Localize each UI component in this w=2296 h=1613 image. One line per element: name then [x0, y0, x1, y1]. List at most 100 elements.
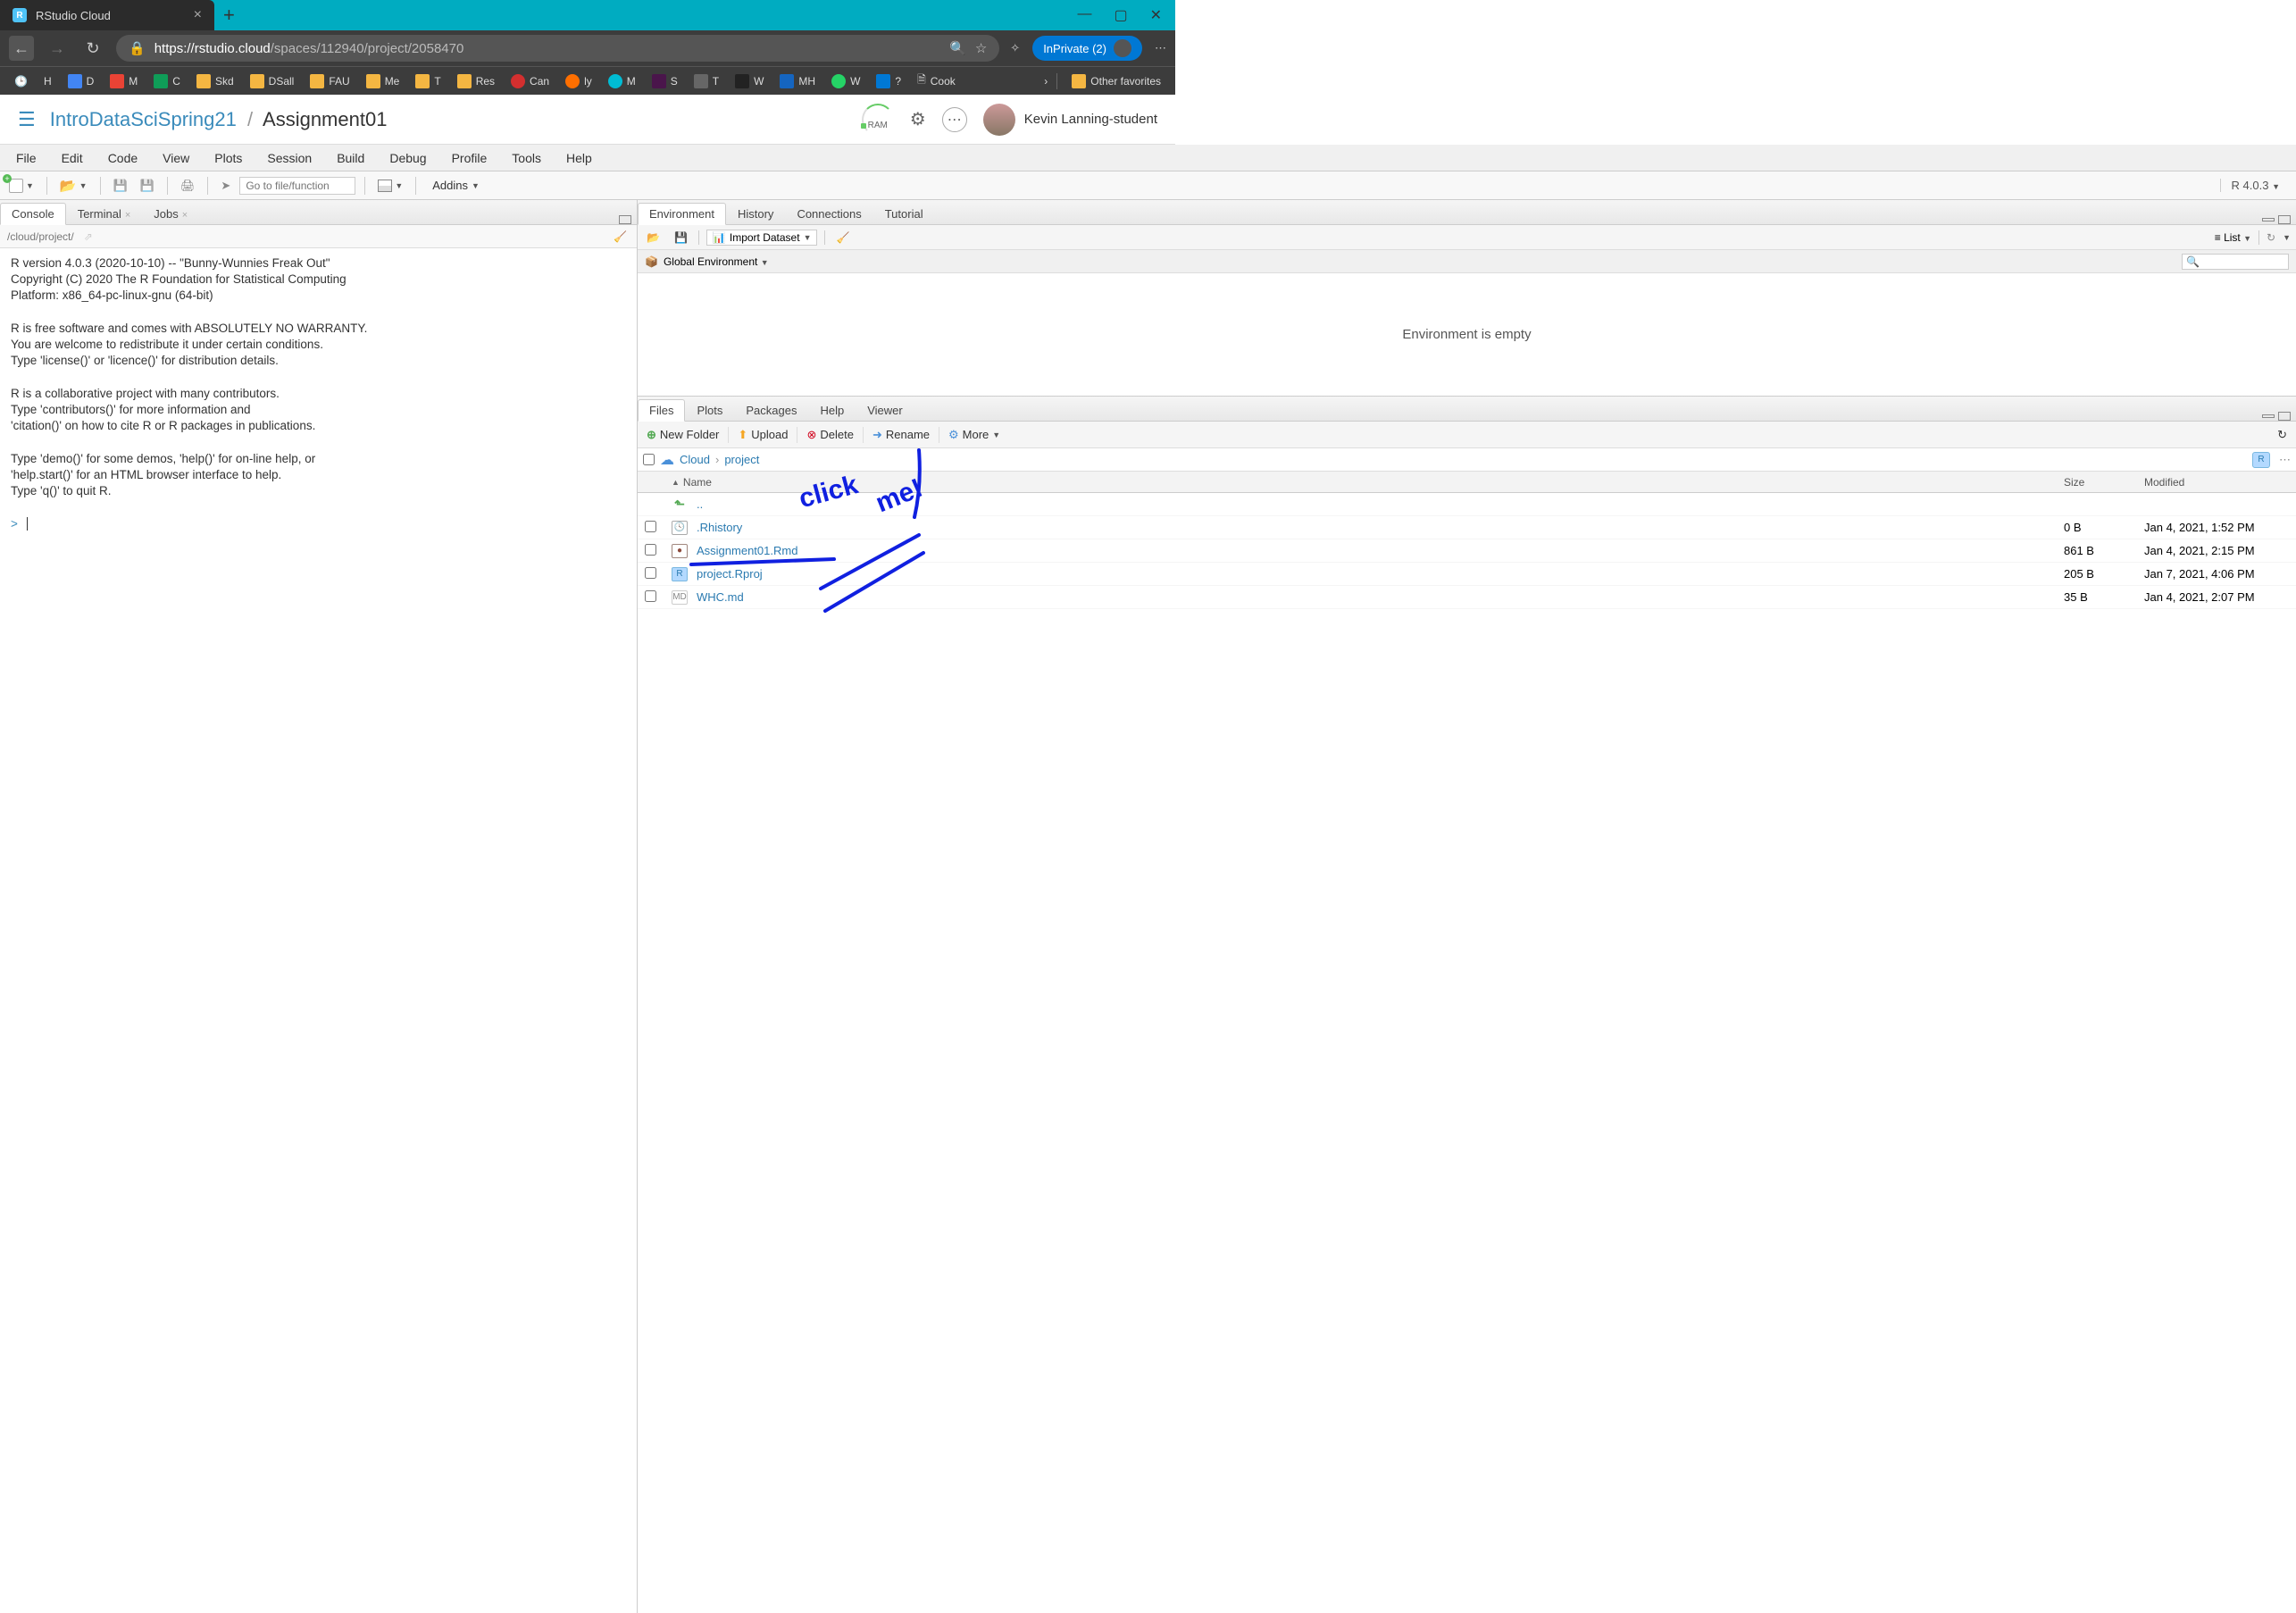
open-project-button[interactable]: 📂▼: [56, 176, 91, 196]
menu-file[interactable]: File: [5, 147, 47, 169]
delete-button[interactable]: ⊗Delete: [801, 426, 858, 444]
file-link[interactable]: WHC.md: [697, 590, 744, 604]
file-checkbox[interactable]: [645, 521, 656, 532]
tab-files[interactable]: Files: [638, 399, 685, 422]
maximize-icon[interactable]: ▢: [1114, 6, 1127, 24]
browser-menu-icon[interactable]: ⋯: [1155, 41, 1166, 55]
breadcrumb-project[interactable]: project: [724, 453, 759, 466]
menu-edit[interactable]: Edit: [51, 147, 94, 169]
new-file-button[interactable]: + ▼: [5, 177, 38, 195]
refresh-files-icon[interactable]: ↻: [2272, 426, 2292, 444]
gear-icon[interactable]: ⚙: [910, 108, 926, 130]
bookmark-item[interactable]: ?: [871, 72, 906, 90]
console-output[interactable]: R version 4.0.3 (2020-10-10) -- "Bunny-W…: [0, 248, 637, 1613]
history-icon[interactable]: 🕒: [9, 73, 33, 89]
menu-help[interactable]: Help: [555, 147, 603, 169]
r-version-selector[interactable]: R 4.0.3 ▼: [2220, 179, 2291, 192]
menu-debug[interactable]: Debug: [379, 147, 437, 169]
upload-button[interactable]: ⬆Upload: [732, 426, 793, 444]
tab-plots[interactable]: Plots: [685, 399, 734, 422]
pane-maximize-icon[interactable]: [2278, 412, 2291, 421]
clear-console-icon[interactable]: 🧹: [611, 230, 630, 244]
menu-session[interactable]: Session: [256, 147, 322, 169]
bookmark-overflow-icon[interactable]: ›: [1044, 75, 1048, 88]
refresh-env-icon[interactable]: ↻: [2267, 231, 2275, 244]
minimize-icon[interactable]: —: [1077, 6, 1091, 24]
pane-minimize-icon[interactable]: [2262, 414, 2275, 418]
tab-jobs[interactable]: Jobs×: [142, 203, 199, 225]
menu-tools[interactable]: Tools: [501, 147, 552, 169]
console-popout-icon[interactable]: ⇗: [81, 230, 96, 244]
bookmark-item[interactable]: M: [104, 72, 143, 90]
pane-maximize-icon[interactable]: [2278, 215, 2291, 224]
tab-connections[interactable]: Connections: [785, 203, 872, 225]
tab-history[interactable]: History: [726, 203, 785, 225]
new-folder-button[interactable]: ⊕New Folder: [641, 426, 724, 444]
inprivate-badge[interactable]: InPrivate (2): [1032, 36, 1142, 61]
column-header-modified[interactable]: Modified: [2137, 476, 2296, 489]
more-dropdown[interactable]: ⚙More ▼: [943, 426, 1006, 444]
bookmark-item[interactable]: Can: [505, 72, 555, 90]
bookmark-item[interactable]: T: [410, 72, 446, 90]
pane-minimize-icon[interactable]: [2262, 218, 2275, 221]
tab-tutorial[interactable]: Tutorial: [873, 203, 935, 225]
bookmark-item[interactable]: H: [38, 73, 57, 89]
user-menu[interactable]: Kevin Lanning-student: [983, 104, 1157, 136]
menu-view[interactable]: View: [152, 147, 200, 169]
new-tab-button[interactable]: +: [223, 4, 235, 27]
more-menu-icon[interactable]: ⋯: [942, 107, 967, 132]
select-all-checkbox[interactable]: [643, 454, 655, 465]
bookmark-item[interactable]: Me: [361, 72, 405, 90]
bookmark-item[interactable]: W: [826, 72, 865, 90]
tab-viewer[interactable]: Viewer: [856, 399, 914, 422]
browser-tab[interactable]: R RStudio Cloud ×: [0, 0, 214, 30]
addins-dropdown[interactable]: Addins ▼: [425, 179, 487, 192]
collections-icon[interactable]: ✧: [1010, 41, 1020, 55]
bookmark-item[interactable]: DSall: [245, 72, 300, 90]
env-search-input[interactable]: 🔍: [2182, 254, 2289, 270]
bookmark-item[interactable]: C: [148, 72, 186, 90]
bookmark-item[interactable]: M: [603, 72, 641, 90]
clear-env-icon[interactable]: 🧹: [832, 230, 853, 246]
tab-terminal[interactable]: Terminal×: [66, 203, 143, 225]
tab-help[interactable]: Help: [808, 399, 856, 422]
bookmark-item[interactable]: 🗎Cook: [912, 70, 961, 92]
save-button[interactable]: 💾: [110, 177, 131, 195]
bookmark-item[interactable]: W: [730, 72, 769, 90]
bookmark-item[interactable]: D: [63, 72, 100, 90]
workspace-panes-button[interactable]: ▼: [374, 178, 406, 194]
file-link[interactable]: project.Rproj: [697, 567, 763, 581]
bookmark-item[interactable]: Res: [452, 72, 500, 90]
path-more-icon[interactable]: ⋯: [2279, 453, 2291, 467]
load-workspace-icon[interactable]: 📂: [643, 230, 664, 246]
pane-maximize-icon[interactable]: [619, 215, 631, 224]
file-link[interactable]: Assignment01.Rmd: [697, 544, 797, 557]
menu-plots[interactable]: Plots: [204, 147, 253, 169]
tab-packages[interactable]: Packages: [734, 399, 808, 422]
env-view-mode[interactable]: ≡ List ▼: [2215, 231, 2251, 244]
env-scope-dropdown[interactable]: Global Environment ▼: [664, 255, 769, 268]
menu-code[interactable]: Code: [97, 147, 148, 169]
favorite-star-icon[interactable]: ☆: [975, 40, 987, 56]
close-tab-icon[interactable]: ×: [194, 7, 202, 23]
file-checkbox[interactable]: [645, 544, 656, 556]
breadcrumb-cloud[interactable]: Cloud: [680, 453, 710, 466]
bookmark-item[interactable]: Skd: [191, 72, 239, 90]
file-checkbox[interactable]: [645, 590, 656, 602]
file-checkbox[interactable]: [645, 567, 656, 579]
ram-gauge[interactable]: RAM: [862, 104, 894, 136]
zoom-icon[interactable]: 🔍: [949, 40, 966, 56]
save-workspace-icon[interactable]: 💾: [671, 230, 691, 246]
hamburger-menu-icon[interactable]: ☰: [18, 108, 36, 131]
bookmark-item[interactable]: ly: [560, 72, 597, 90]
other-favorites-button[interactable]: Other favorites: [1066, 72, 1166, 90]
menu-profile[interactable]: Profile: [441, 147, 498, 169]
bookmark-item[interactable]: MH: [774, 72, 821, 90]
save-all-button[interactable]: 💾: [137, 177, 158, 195]
file-link[interactable]: .Rhistory: [697, 521, 742, 534]
column-header-size[interactable]: Size: [2057, 476, 2137, 489]
url-input[interactable]: 🔒 https://rstudio.cloud/spaces/112940/pr…: [116, 35, 999, 62]
bookmark-item[interactable]: S: [647, 72, 683, 90]
menu-build[interactable]: Build: [326, 147, 375, 169]
bookmark-item[interactable]: FAU: [305, 72, 355, 90]
